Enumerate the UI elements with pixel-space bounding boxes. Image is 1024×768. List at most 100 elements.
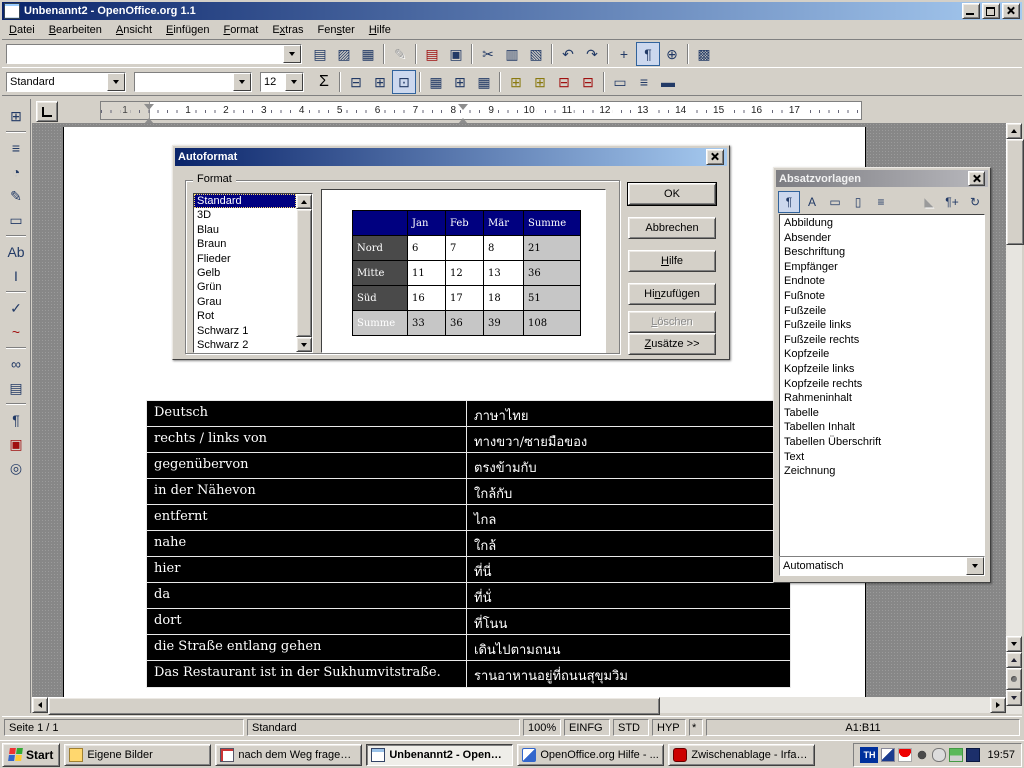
paste-icon[interactable]: ▧ (524, 42, 548, 66)
format-list-item[interactable]: Standard (194, 194, 296, 208)
format-list-item[interactable]: Braun (194, 237, 296, 251)
table-shading-icon[interactable]: ▦ (424, 70, 448, 94)
new-document-icon[interactable]: ▤ (308, 42, 332, 66)
spellcheck-icon[interactable]: ✓ (4, 296, 28, 320)
font-name-input[interactable] (135, 73, 233, 91)
table-cell-german[interactable]: da (147, 583, 467, 608)
menu-item[interactable]: Einfügen (159, 20, 216, 39)
export-pdf-icon[interactable]: ▤ (420, 42, 444, 66)
border-style-icon[interactable]: ≡ (632, 70, 656, 94)
separator[interactable] (548, 43, 556, 65)
scroll-down-button[interactable] (1006, 636, 1022, 652)
navigation-button[interactable] (1006, 668, 1022, 690)
split-cells-icon[interactable]: ⊞ (368, 70, 392, 94)
style-list-item[interactable]: Kopfzeile links (780, 362, 984, 377)
tablet-tray-icon[interactable] (966, 748, 980, 762)
format-list-scrollbar[interactable] (296, 194, 312, 352)
size-dropdown-button[interactable] (285, 73, 303, 91)
dialog-button[interactable]: Löschen (628, 311, 716, 333)
save-document-icon[interactable]: ▦ (356, 42, 380, 66)
table-autoformat-icon[interactable]: ▦ (472, 70, 496, 94)
style-list-item[interactable]: Fußzeile links (780, 318, 984, 333)
undo-icon[interactable]: ↶ (556, 42, 580, 66)
new-style-from-selection-icon[interactable]: ¶+ (941, 191, 963, 213)
menu-item[interactable]: Hilfe (362, 20, 398, 39)
indent-marker-icon[interactable] (144, 104, 154, 118)
format-list-item[interactable]: Gelb (194, 266, 296, 280)
menu-item[interactable]: Ansicht (109, 20, 159, 39)
table-cell-german[interactable]: dort (147, 609, 467, 634)
table-cell-german[interactable]: gegenübervon (147, 453, 467, 478)
filter-dropdown-button[interactable] (966, 557, 984, 575)
dialog-button[interactable]: Zusätze >> (628, 333, 716, 355)
vertical-scroll-thumb[interactable] (1006, 139, 1024, 245)
dialog-button[interactable]: Abbrechen (628, 217, 716, 239)
gallery-icon[interactable]: ▩ (692, 42, 716, 66)
separator[interactable] (4, 232, 28, 240)
table-row[interactable]: hier ที่นี่ (147, 557, 790, 583)
horizontal-ruler[interactable]: 1 1234567891011121314151617 (100, 101, 862, 120)
maximize-button[interactable] (982, 3, 1000, 19)
update-style-icon[interactable]: ↻ (964, 191, 986, 213)
status-cell-reference[interactable]: A1:B11 (706, 719, 1020, 736)
separator[interactable] (496, 71, 504, 93)
url-input[interactable] (7, 45, 283, 63)
style-list-item[interactable]: Kopfzeile (780, 347, 984, 362)
style-list-item[interactable]: Beschriftung (780, 245, 984, 260)
delete-row-icon[interactable]: ⊟ (552, 70, 576, 94)
table-grid-icon[interactable]: ⊞ (448, 70, 472, 94)
status-modified-flag[interactable]: * (689, 719, 703, 736)
table-row[interactable]: Das Restaurant ist in der Sukhumvitstraß… (147, 661, 790, 687)
font-name-combobox[interactable] (134, 72, 252, 92)
separator[interactable] (4, 400, 28, 408)
style-list-item[interactable]: Absender (780, 231, 984, 246)
separator[interactable] (4, 288, 28, 296)
style-list-item[interactable]: Abbildung (780, 216, 984, 231)
draw-functions-icon[interactable]: ✎ (4, 184, 28, 208)
list-scroll-down-button[interactable] (296, 337, 312, 352)
quickstarter-tray-icon[interactable] (881, 748, 895, 762)
style-list-item[interactable]: Fußzeile rechts (780, 333, 984, 348)
separator[interactable] (380, 43, 388, 65)
paragraph-style-input[interactable] (7, 73, 107, 91)
style-list[interactable]: AbbildungAbsenderBeschriftungEmpfängerEn… (779, 214, 985, 562)
paragraph-styles-icon[interactable]: ¶ (778, 191, 800, 213)
form-functions-icon[interactable]: ▭ (4, 208, 28, 232)
format-listbox[interactable]: Standard3DBlauBraunFliederGelbGrünGrauRo… (193, 193, 313, 353)
document-table[interactable]: Deutsch ภาษาไทย rechts / links von ทางขว… (146, 400, 791, 688)
style-list-item[interactable]: Kopfzeile rechts (780, 377, 984, 392)
separator[interactable] (468, 43, 476, 65)
stylist-close-button[interactable] (968, 171, 985, 186)
menu-item[interactable]: Datei (2, 20, 42, 39)
dialog-close-button[interactable] (706, 149, 724, 165)
autoformat-dialog-titlebar[interactable]: Autoformat (175, 148, 727, 166)
fill-format-mode-icon[interactable]: ◣ (918, 191, 940, 213)
vertical-scrollbar[interactable] (1006, 123, 1022, 714)
table-cell-thai[interactable]: เดินไปตามถนน (467, 635, 790, 660)
autotext-icon[interactable]: Ab (4, 240, 28, 264)
insert-objects-icon[interactable]: ◔ (4, 160, 28, 184)
volume-tray-icon[interactable] (915, 748, 929, 762)
separator[interactable] (416, 71, 424, 93)
insert-icon[interactable]: ⊞ (4, 104, 28, 128)
font-dropdown-button[interactable] (233, 73, 251, 91)
graphics-onoff-icon[interactable]: ▣ (4, 432, 28, 456)
scroll-right-button[interactable] (990, 697, 1006, 713)
status-page[interactable]: Seite 1 / 1 (4, 719, 244, 736)
style-dropdown-button[interactable] (107, 73, 125, 91)
direct-cursor-icon[interactable]: I (4, 264, 28, 288)
table-row[interactable]: dort ที่โนน (147, 609, 790, 635)
cut-icon[interactable]: ✂ (476, 42, 500, 66)
style-list-item[interactable]: Text (780, 450, 984, 465)
scroll-up-button[interactable] (1006, 123, 1022, 139)
url-combobox[interactable] (6, 44, 302, 64)
style-list-item[interactable]: Tabellen Inhalt (780, 420, 984, 435)
table-cell-thai[interactable]: ที่นั่ (467, 583, 790, 608)
style-filter-combobox[interactable] (779, 556, 985, 576)
separator[interactable] (4, 344, 28, 352)
status-selection-mode[interactable]: STD (613, 719, 649, 736)
table-row[interactable]: rechts / links von ทางขวา/ซายมือของ (147, 427, 790, 453)
table-row[interactable]: Deutsch ภาษาไทย (147, 401, 790, 427)
menu-item[interactable]: Extras (265, 20, 310, 39)
paragraph-style-combobox[interactable] (6, 72, 126, 92)
